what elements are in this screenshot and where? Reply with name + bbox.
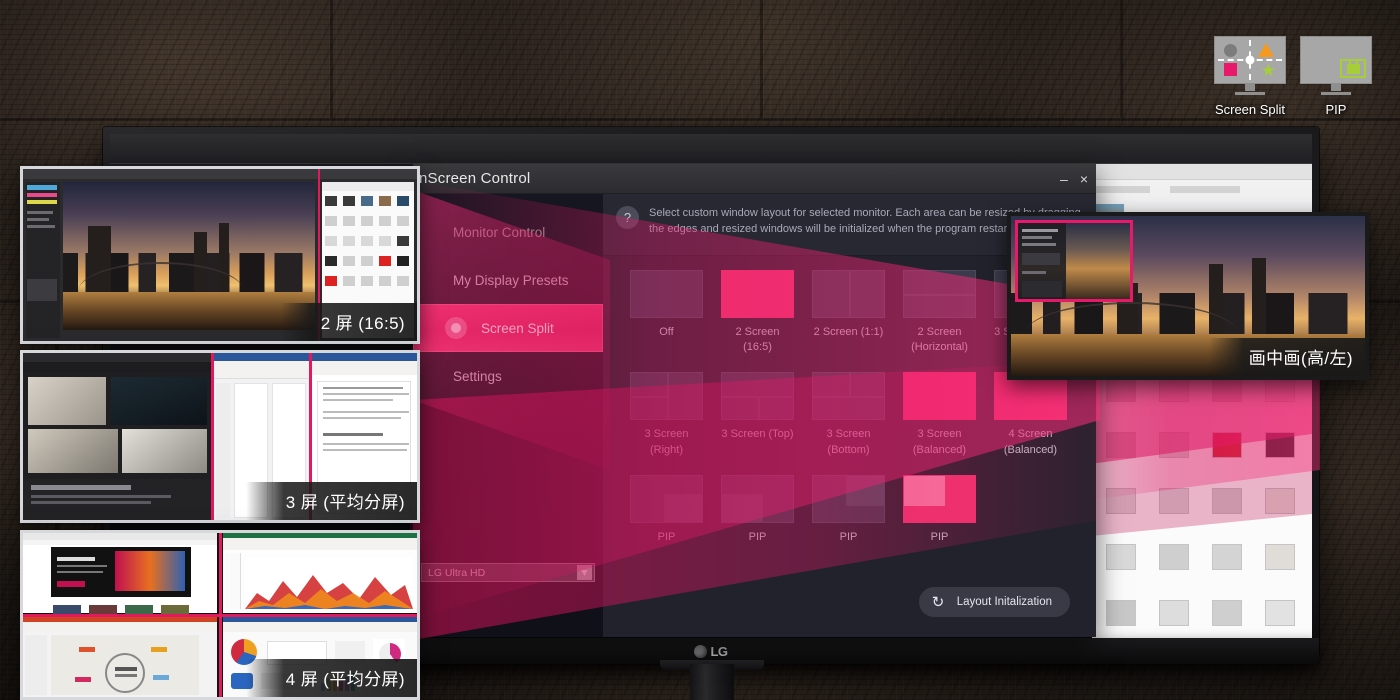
layout-option-3screen-balanced[interactable]: 3 Screen (Balanced) — [903, 372, 994, 457]
pip-shortcut[interactable]: PIP — [1300, 36, 1372, 117]
monitor-split-icon: ★ — [1214, 36, 1286, 84]
monitor-stand-icon — [1235, 92, 1265, 95]
sidebar-item-my-display-presets[interactable]: My Display Presets — [413, 256, 603, 304]
layout-thumb — [812, 372, 885, 421]
monitor-stand — [690, 664, 734, 700]
layout-label: 3 Screen (Right) — [644, 428, 689, 456]
layout-thumb — [903, 372, 976, 421]
layout-row-2: 3 Screen (Right) 3 Screen (Top) 3 Screen… — [630, 372, 1096, 457]
layout-option-2screen-165[interactable]: 2 Screen (16:5) — [721, 270, 812, 355]
layout-option-4screen-balanced[interactable]: 4 Screen (Balanced) — [994, 372, 1085, 457]
pip-label: PIP — [1325, 102, 1347, 117]
lg-logo: LG — [694, 643, 728, 659]
sidebar-item-label: Screen Split — [481, 320, 554, 336]
layout-label: PIP — [930, 530, 949, 543]
layout-label: 2 Screen (Horizontal) — [911, 326, 968, 354]
preview-pip[interactable]: 画中画(高/左) — [1007, 212, 1369, 380]
layout-option-off[interactable]: Off — [630, 270, 721, 355]
monitor-select-value: LG Ultra HD — [428, 566, 486, 579]
layout-thumb — [812, 270, 885, 318]
layout-option-pip-2[interactable]: PIP — [721, 474, 812, 545]
layout-label: PIP — [748, 530, 767, 543]
preview-caption: 2 屏 (16:5) — [280, 303, 417, 341]
lg-brand-text: LG — [710, 643, 728, 659]
layout-option-3screen-right[interactable]: 3 Screen (Right) — [630, 372, 721, 457]
layout-thumb — [630, 270, 703, 318]
layout-option-3screen-bottom[interactable]: 3 Screen (Bottom) — [812, 372, 903, 457]
preview-3screen[interactable]: 3 屏 (平均分屏) — [20, 350, 420, 523]
preview-caption: 3 屏 (平均分屏) — [245, 482, 417, 520]
layout-option-pip-1[interactable]: PIP — [630, 474, 721, 545]
sidebar-item-label: My Display Presets — [453, 272, 569, 288]
layout-option-2screen-11[interactable]: 2 Screen (1:1) — [812, 270, 903, 355]
lg-circle-icon — [694, 644, 708, 658]
refresh-icon: ↻ — [931, 593, 945, 611]
close-icon[interactable]: × — [1080, 172, 1088, 186]
layout-option-2screen-horizontal[interactable]: 2 Screen (Horizontal) — [903, 270, 994, 355]
radio-selected-icon — [445, 317, 467, 339]
layout-label: 2 Screen (16:5) — [735, 326, 780, 354]
layout-thumb — [812, 474, 885, 523]
layout-thumb — [903, 474, 976, 523]
chevron-down-icon[interactable]: ▼ — [577, 565, 592, 580]
screen-split-shortcut[interactable]: ★ Screen Split — [1214, 36, 1286, 117]
monitor-stand-icon — [1321, 92, 1351, 95]
layout-label: PIP — [657, 530, 676, 543]
sidebar-item-settings[interactable]: Settings — [413, 352, 603, 400]
layout-label: 4 Screen (Balanced) — [1003, 428, 1058, 456]
layout-label: PIP — [839, 530, 858, 543]
layout-thumb — [630, 474, 703, 523]
layout-thumb — [721, 474, 794, 523]
question-mark-icon: ? — [616, 206, 639, 229]
layout-thumb — [721, 270, 794, 318]
layout-option-pip-3[interactable]: PIP — [812, 474, 903, 545]
layout-option-pip-4[interactable]: PIP — [903, 474, 994, 545]
sidebar-item-monitor-control[interactable]: Monitor Control — [413, 208, 603, 256]
screen-split-label: Screen Split — [1214, 102, 1286, 117]
sidebar: Monitor Control My Display Presets Scree… — [413, 194, 603, 637]
layout-thumb — [721, 372, 794, 421]
onscreen-control-window[interactable]: nScreen Control – × Monitor Control My D… — [413, 164, 1096, 637]
layout-label: 2 Screen (1:1) — [813, 326, 884, 338]
preview-2screen[interactable]: 2 屏 (16:5) — [20, 166, 420, 344]
monitor-select-dropdown[interactable]: LG Ultra HD ▼ — [421, 563, 595, 582]
layout-label: 3 Screen (Balanced) — [912, 428, 967, 456]
layout-label: 3 Screen (Bottom) — [826, 428, 871, 456]
layout-initialization-button[interactable]: ↻ Layout Initalization — [918, 587, 1070, 617]
sidebar-item-screen-split[interactable]: Screen Split — [413, 304, 603, 352]
layout-option-3screen-top[interactable]: 3 Screen (Top) — [721, 372, 812, 457]
layout-thumb — [630, 372, 703, 421]
layout-label: Off — [659, 326, 674, 338]
window-titlebar: nScreen Control – × — [413, 164, 1096, 194]
layout-thumb — [903, 270, 976, 318]
pip-badge-icon — [1340, 59, 1366, 78]
minimize-button[interactable]: – — [1060, 172, 1068, 186]
preview-caption: 画中画(高/左) — [1208, 338, 1365, 376]
layout-row-3: PIP PIP PIP PIP — [630, 474, 1096, 545]
layout-initialization-label: Layout Initalization — [956, 596, 1052, 608]
window-title: nScreen Control — [419, 170, 531, 187]
sidebar-item-label: Monitor Control — [453, 224, 546, 240]
layout-label: 3 Screen (Top) — [721, 428, 794, 441]
monitor-pip-icon — [1300, 36, 1372, 84]
sidebar-item-label: Settings — [453, 368, 502, 384]
pip-inset-window — [1015, 220, 1133, 302]
preview-4screen[interactable]: 4 屏 (平均分屏) — [20, 530, 420, 700]
preview-caption: 4 屏 (平均分屏) — [245, 659, 417, 697]
